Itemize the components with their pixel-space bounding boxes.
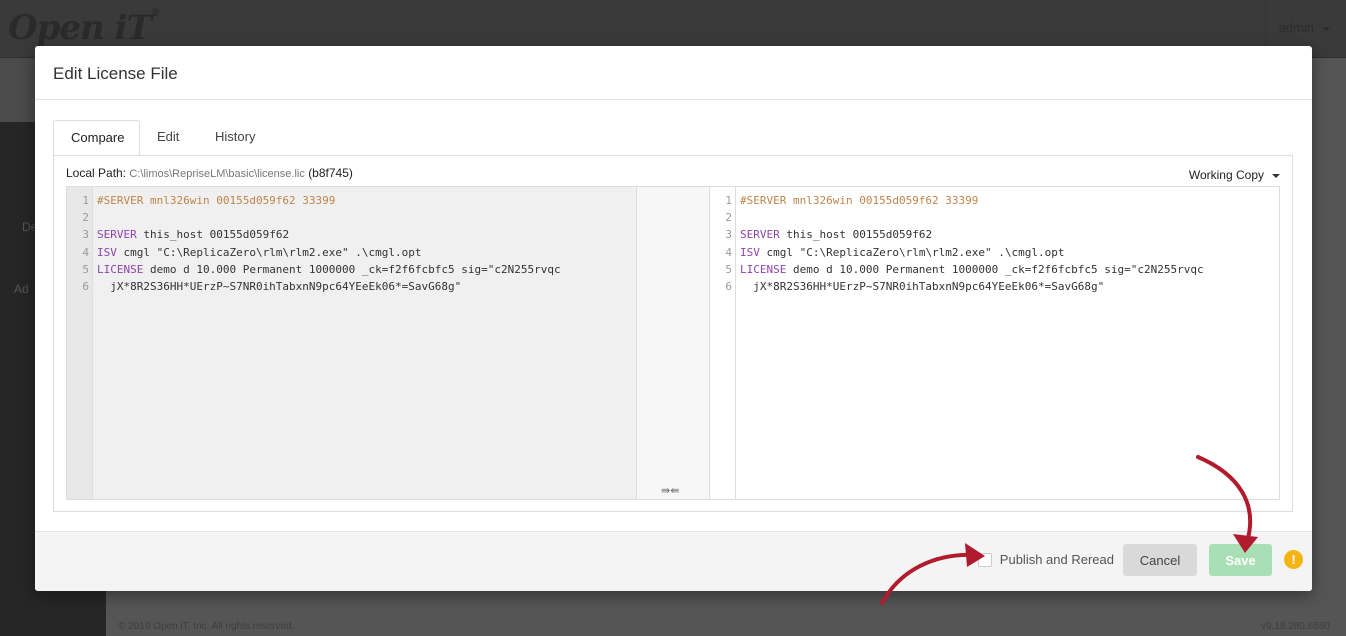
line-text: #SERVER mnl326win 00155d059f62 33399 (740, 194, 979, 207)
code-line: 5 LICENSE demo d 10.000 Permanent 1000000… (710, 261, 1279, 278)
line-number: 2 (725, 211, 732, 225)
chevron-down-icon (1322, 26, 1330, 31)
line-number: 4 (82, 245, 89, 259)
version-select[interactable]: Working Copy (1189, 168, 1280, 182)
publish-reread-checkbox[interactable] (977, 552, 992, 567)
user-menu[interactable]: admin (1279, 20, 1330, 35)
local-path-value: C:\limos\RepriseLM\basic\license.lic (129, 168, 305, 180)
code-line: 6 jX*8R2S36HH*UErzP~S7NR0ihTabxnN9pc64YE… (710, 278, 1279, 295)
line-text: #SERVER mnl326win 00155d059f62 33399 (97, 194, 336, 207)
line-number: 5 (725, 262, 732, 276)
code-line: 3 SERVER this_host 00155d059f62 (710, 226, 1279, 243)
line-number: 2 (82, 211, 89, 225)
tab-compare[interactable]: Compare (53, 120, 140, 156)
publish-reread-option[interactable]: Publish and Reread (977, 552, 1114, 567)
code-line: 1 #SERVER mnl326win 00155d059f62 33399 (710, 192, 1279, 209)
open-it-logo: Open iT® (8, 8, 161, 48)
line-text: jX*8R2S36HH*UErzP~S7NR0ihTabxnN9pc64YEeE… (97, 279, 462, 293)
local-path-hash: (b8f745) (308, 166, 353, 180)
code-line: 4 ISV cmgl "C:\ReplicaZero\rlm\rlm2.exe" … (67, 244, 636, 261)
code-line: 2 (710, 209, 1279, 226)
line-number: 6 (82, 279, 89, 293)
local-path: Local Path: C:\limos\RepriseLM\basic\lic… (66, 166, 353, 180)
local-path-label: Local Path: (66, 166, 127, 180)
working-copy-code: 1 #SERVER mnl326win 00155d059f62 33399 2 3 S… (710, 192, 1279, 295)
code-line: 3 SERVER this_host 00155d059f62 (67, 226, 636, 243)
merge-divider: ⇛⇚ (637, 186, 709, 500)
line-number: 6 (725, 279, 732, 293)
warning-icon[interactable]: ! (1284, 550, 1303, 569)
line-number: 5 (82, 262, 89, 276)
line-number: 4 (725, 245, 732, 259)
original-pane[interactable]: 1 #SERVER mnl326win 00155d059f62 33399 2 3 S… (66, 186, 637, 500)
copyright: © 2019 Open iT, Inc. All rights reserved… (118, 621, 295, 632)
code-line: 1 #SERVER mnl326win 00155d059f62 33399 (67, 192, 636, 209)
code-line: 2 (67, 209, 636, 226)
line-text: ISV cmgl "C:\ReplicaZero\rlm\rlm2.exe" .… (97, 245, 422, 259)
line-text: ISV cmgl "C:\ReplicaZero\rlm\rlm2.exe" .… (740, 245, 1065, 259)
line-text: LICENSE demo d 10.000 Permanent 1000000 … (97, 262, 561, 276)
modal-title: Edit License File (53, 64, 178, 83)
line-text: SERVER this_host 00155d059f62 (740, 228, 933, 242)
line-number: 3 (725, 228, 732, 242)
line-number: 3 (82, 228, 89, 242)
code-line: 5 LICENSE demo d 10.000 Permanent 1000000… (67, 261, 636, 278)
line-number: 1 (725, 194, 732, 207)
tab-history[interactable]: History (198, 120, 272, 156)
save-button[interactable]: Save (1209, 544, 1272, 576)
compare-panel: Local Path: C:\limos\RepriseLM\basic\lic… (53, 155, 1293, 512)
edit-license-modal: Edit License File Compare Edit History L… (35, 46, 1312, 591)
line-text: jX*8R2S36HH*UErzP~S7NR0ihTabxnN9pc64YEeE… (740, 279, 1105, 293)
working-copy-pane[interactable]: 1 #SERVER mnl326win 00155d059f62 33399 2 3 S… (709, 186, 1280, 500)
line-number: 1 (82, 194, 89, 207)
line-text: SERVER this_host 00155d059f62 (97, 228, 290, 242)
line-text: LICENSE demo d 10.000 Permanent 1000000 … (740, 262, 1204, 276)
publish-reread-label: Publish and Reread (999, 552, 1114, 567)
sidebar-item-2[interactable]: Ad (14, 282, 29, 296)
merge-arrows-icon[interactable]: ⇛⇚ (661, 484, 679, 497)
modal-footer: Publish and Reread Cancel Save ! (35, 532, 1312, 591)
original-code: 1 #SERVER mnl326win 00155d059f62 33399 2 3 S… (67, 192, 636, 295)
chevron-down-icon (1272, 173, 1280, 178)
cancel-button[interactable]: Cancel (1123, 544, 1197, 576)
version: v9.18.280.6580 (1261, 621, 1330, 632)
code-line: 6 jX*8R2S36HH*UErzP~S7NR0ihTabxnN9pc64YE… (67, 278, 636, 295)
tab-edit[interactable]: Edit (140, 120, 196, 156)
code-line: 4 ISV cmgl "C:\ReplicaZero\rlm\rlm2.exe" … (710, 244, 1279, 261)
